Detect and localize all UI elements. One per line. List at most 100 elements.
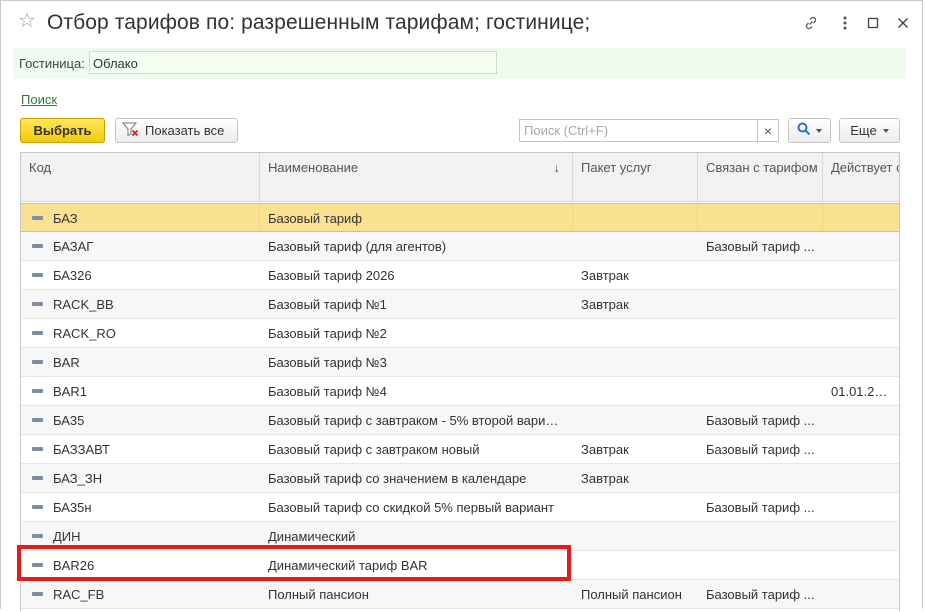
cell-package bbox=[573, 493, 698, 521]
table-row[interactable]: RAC_FB Полный пансион Полный пансион Базовы… bbox=[21, 580, 899, 609]
column-header-package[interactable]: Пакет услуг bbox=[573, 153, 698, 201]
column-header-name[interactable]: Наименование ↓ bbox=[260, 153, 573, 201]
table-row[interactable]: BAR1 Базовый тариф №4 01.01.2026 bbox=[21, 377, 899, 406]
search-clear-button[interactable]: × bbox=[757, 119, 779, 142]
search-options-button[interactable] bbox=[788, 118, 831, 143]
cell-package: Завтрак bbox=[581, 442, 629, 457]
cell-code: БА35 bbox=[53, 413, 85, 428]
cell-valid-from bbox=[823, 290, 899, 318]
cell-name: Базовый тариф (для агентов) bbox=[268, 239, 447, 254]
cell-valid-from bbox=[823, 580, 899, 608]
cell-code: RAC_FB bbox=[53, 587, 105, 602]
table-row[interactable]: БА326 Базовый тариф 2026 Завтрак bbox=[21, 261, 899, 290]
table-row[interactable]: RACK_BB Базовый тариф №1 Завтрак bbox=[21, 290, 899, 319]
sort-arrow-icon: ↓ bbox=[553, 160, 561, 175]
table-row[interactable]: RACK_RO Базовый тариф №2 bbox=[21, 319, 899, 348]
hotel-filter-label: Гостиница: bbox=[19, 56, 85, 71]
cell-package bbox=[573, 348, 698, 376]
cell-linked: Базовый тариф ... bbox=[706, 239, 815, 254]
more-button[interactable]: Еще bbox=[839, 118, 900, 143]
cell-package: Завтрак bbox=[581, 268, 629, 283]
cell-linked bbox=[698, 348, 823, 376]
table-row[interactable]: ДИН Динамический bbox=[21, 522, 899, 551]
search-icon bbox=[797, 122, 811, 139]
cell-valid-from bbox=[823, 522, 899, 550]
more-label: Еще bbox=[850, 123, 877, 138]
maximize-icon[interactable] bbox=[863, 13, 883, 33]
row-item-icon bbox=[32, 360, 43, 364]
search-input[interactable] bbox=[519, 119, 758, 142]
cell-valid-from bbox=[823, 261, 899, 289]
row-item-icon bbox=[32, 418, 43, 422]
star-icon[interactable]: ☆ bbox=[18, 11, 36, 31]
cell-linked: Базовый тариф ... bbox=[706, 413, 815, 428]
cell-package: Завтрак bbox=[581, 471, 629, 486]
cell-linked: Базовый тариф ... bbox=[706, 500, 815, 515]
cell-valid-from bbox=[823, 464, 899, 492]
cell-code: БАЗАГ bbox=[53, 239, 94, 254]
cell-name: Базовый тариф со значением в календаре bbox=[268, 471, 527, 486]
cell-package: Полный пансион bbox=[581, 587, 682, 602]
cell-valid-from: 01.01.2026 bbox=[831, 384, 897, 399]
hotel-filter-field[interactable]: Облако bbox=[89, 51, 497, 74]
more-vertical-icon[interactable] bbox=[835, 13, 855, 33]
cell-package bbox=[573, 204, 698, 231]
table-row[interactable]: БА35н Базовый тариф со скидкой 5% первый … bbox=[21, 493, 899, 522]
row-item-icon bbox=[32, 216, 43, 220]
title-bar: ☆ Отбор тарифов по: разрешенным тарифам;… bbox=[1, 1, 922, 45]
cell-code: RACK_BB bbox=[53, 297, 114, 312]
cell-name: Динамический bbox=[268, 529, 356, 544]
close-icon[interactable] bbox=[893, 13, 913, 33]
table-row[interactable]: БАЗЗАВТ Базовый тариф с завтраком новый За… bbox=[21, 435, 899, 464]
column-header-valid-from[interactable]: Действует с bbox=[823, 153, 899, 201]
column-header-code[interactable]: Код bbox=[21, 153, 260, 201]
filter-bar: Гостиница: Облако bbox=[13, 48, 906, 79]
selection-window: ☆ Отбор тарифов по: разрешенным тарифам;… bbox=[0, 0, 923, 612]
table-row[interactable]: БАЗ Базовый тариф bbox=[21, 203, 899, 232]
cell-valid-from bbox=[823, 348, 899, 376]
cell-name: Базовый тариф с завтраком новый bbox=[268, 442, 480, 457]
cell-code: БА35н bbox=[53, 500, 92, 515]
table-row[interactable]: BAR Базовый тариф №3 bbox=[21, 348, 899, 377]
row-item-icon bbox=[32, 302, 43, 306]
row-item-icon bbox=[32, 563, 43, 567]
cell-code: ДИН bbox=[53, 529, 81, 544]
select-button[interactable]: Выбрать bbox=[20, 118, 105, 143]
cell-name: Динамический тариф BAR bbox=[268, 558, 428, 573]
cell-linked bbox=[698, 261, 823, 289]
cell-name: Базовый тариф с завтраком - 5% второй ва… bbox=[268, 413, 566, 428]
cell-name: Базовый тариф №2 bbox=[268, 326, 387, 341]
cell-code: БА326 bbox=[53, 268, 92, 283]
cell-name: Базовый тариф №3 bbox=[268, 355, 387, 370]
table-row[interactable]: БА35 Базовый тариф с завтраком - 5% второ… bbox=[21, 406, 899, 435]
row-item-icon bbox=[32, 447, 43, 451]
column-header-linked[interactable]: Связан с тарифом bbox=[698, 153, 823, 201]
row-item-icon bbox=[32, 534, 43, 538]
cell-package bbox=[573, 319, 698, 347]
cell-linked: Базовый тариф ... bbox=[706, 442, 815, 457]
link-icon[interactable] bbox=[801, 13, 821, 33]
row-item-icon bbox=[32, 592, 43, 596]
cell-code: BAR bbox=[53, 355, 80, 370]
table-row[interactable]: БАЗ_ЗН Базовый тариф со значением в кален… bbox=[21, 464, 899, 493]
tariffs-table: Код Наименование ↓ Пакет услуг Связан с … bbox=[20, 152, 900, 612]
chevron-down-icon bbox=[816, 128, 822, 133]
cell-name: Базовый тариф №4 bbox=[268, 384, 387, 399]
search-link[interactable]: Поиск bbox=[21, 92, 57, 107]
cell-code: BAR26 bbox=[53, 558, 95, 573]
cell-valid-from bbox=[823, 232, 899, 260]
cell-valid-from bbox=[823, 435, 899, 463]
cell-name: Полный пансион bbox=[268, 587, 369, 602]
table-row[interactable]: BAR26 Динамический тариф BAR bbox=[21, 551, 899, 580]
cell-package: Завтрак bbox=[581, 297, 629, 312]
cell-name: Базовый тариф со скидкой 5% первый вариа… bbox=[268, 500, 554, 515]
cell-code: БАЗЗАВТ bbox=[53, 442, 110, 457]
cell-linked bbox=[698, 377, 823, 405]
cell-package bbox=[573, 377, 698, 405]
window-title: Отбор тарифов по: разрешенным тарифам; г… bbox=[47, 11, 591, 34]
cell-code: BAR1 bbox=[53, 384, 87, 399]
show-all-button[interactable]: Показать все bbox=[115, 118, 238, 143]
cell-linked bbox=[698, 319, 823, 347]
table-row[interactable]: БАЗАГ Базовый тариф (для агентов) Базовый … bbox=[21, 232, 899, 261]
show-all-label: Показать все bbox=[145, 123, 225, 138]
